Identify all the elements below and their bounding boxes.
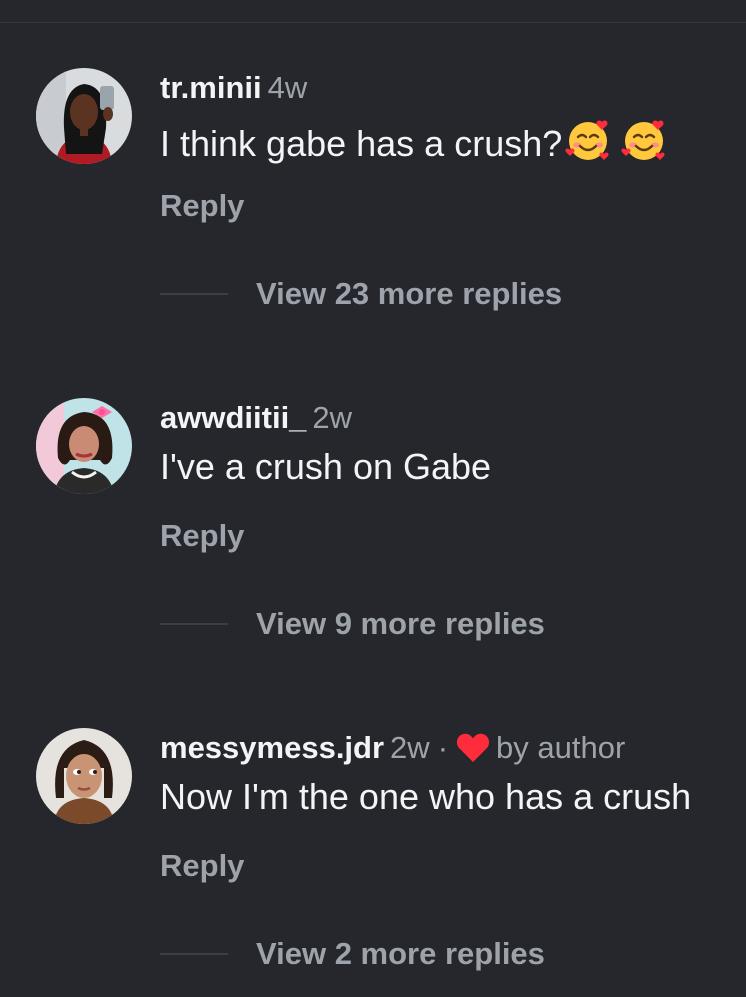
divider-line (160, 953, 228, 955)
view-more-replies-button[interactable]: View 23 more replies (160, 276, 562, 312)
reply-button[interactable]: Reply (160, 518, 244, 554)
view-more-replies-label: View 2 more replies (256, 936, 545, 971)
username[interactable]: messymess.jdr (160, 730, 384, 765)
avatar[interactable] (36, 398, 132, 494)
reply-button[interactable]: Reply (160, 188, 244, 224)
comment-header: awwdiitii_ 2w (160, 400, 352, 436)
divider-line (160, 293, 228, 295)
username[interactable]: awwdiitii_ (160, 400, 306, 435)
view-more-replies-button[interactable]: View 9 more replies (160, 606, 545, 642)
comment-text: I think gabe has a crush? (160, 116, 668, 165)
view-more-replies-button[interactable]: View 2 more replies (160, 936, 545, 972)
timestamp: 2w (390, 730, 430, 765)
view-more-replies-label: View 9 more replies (256, 606, 545, 641)
liked-by-author-label: by author (496, 730, 626, 765)
divider-line (160, 623, 228, 625)
reply-button[interactable]: Reply (160, 848, 244, 884)
smiling-face-with-hearts-icon (620, 116, 668, 164)
comment-text: Now I'm the one who has a crush (160, 776, 692, 817)
heart-icon (456, 732, 490, 763)
view-more-replies-label: View 23 more replies (256, 276, 563, 311)
timestamp: 4w (267, 70, 308, 105)
avatar[interactable] (36, 68, 132, 164)
username[interactable]: tr.minii (160, 70, 262, 105)
comment-text: I've a crush on Gabe (160, 446, 492, 487)
comment-text-content: I think gabe has a crush? (160, 123, 563, 164)
comments-screen: tr.minii 4w I think gabe has a crush? Re… (0, 0, 746, 997)
smiling-face-with-hearts-icon (564, 116, 612, 164)
comment-header: messymess.jdr 2w · by author (160, 730, 625, 766)
separator: · (437, 730, 449, 765)
timestamp: 2w (312, 400, 353, 435)
divider (0, 22, 746, 23)
comment-header: tr.minii 4w (160, 70, 307, 106)
avatar[interactable] (36, 728, 132, 824)
